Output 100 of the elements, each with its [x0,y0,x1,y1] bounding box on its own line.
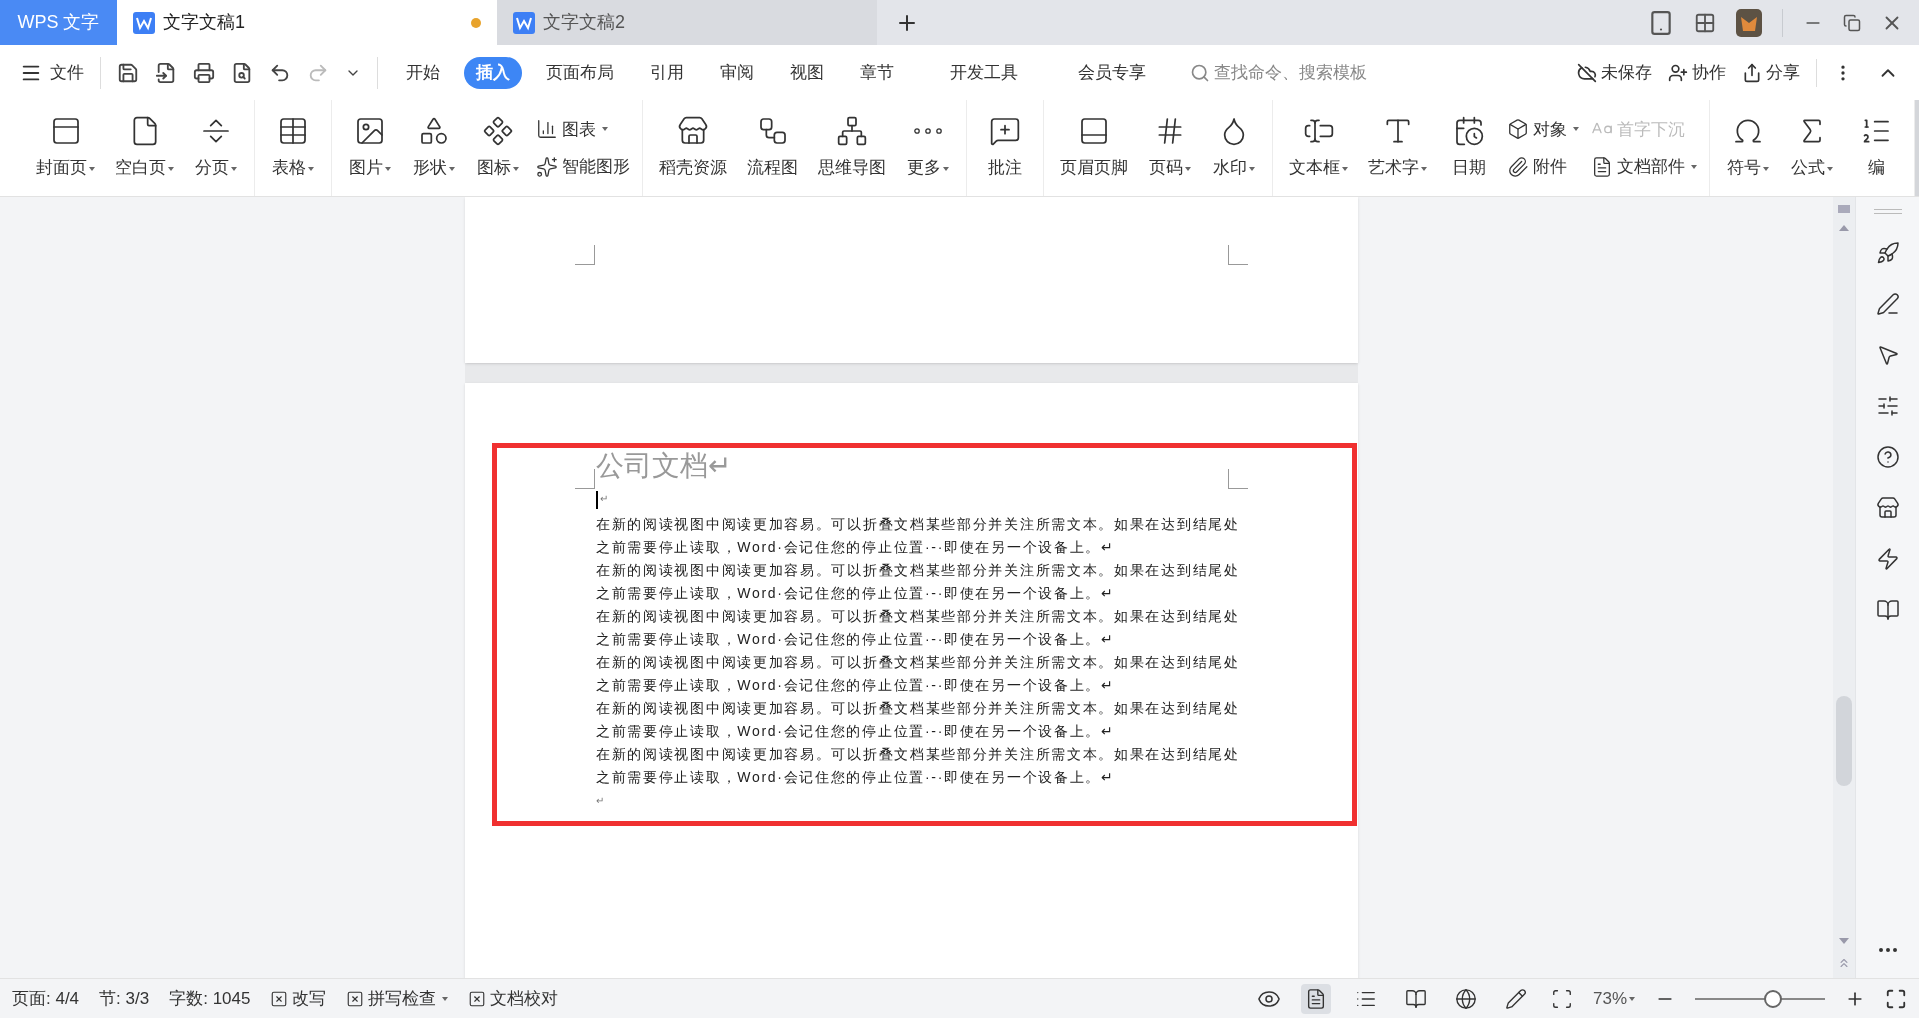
print-icon[interactable] [193,61,215,84]
rocket-icon[interactable] [1875,241,1900,265]
ribbon-button[interactable]: 文本框 [1285,115,1352,181]
restore-icon[interactable] [1843,13,1861,32]
ribbon-button[interactable]: 图标 [472,115,524,181]
grid-icon[interactable] [1694,11,1716,34]
tablet-icon[interactable] [1648,9,1674,36]
save-icon[interactable] [117,61,139,84]
checkbox-x-icon [270,989,289,1008]
sliders-icon[interactable] [1875,394,1900,418]
ribbon-button[interactable]: 智能图形 [536,154,630,180]
status-toggle[interactable]: 改写 [270,985,327,1012]
ribbon-button[interactable]: 流程图 [743,115,802,181]
ribbon-button[interactable]: 符号 [1722,115,1774,181]
ribbon-button[interactable]: 形状 [408,115,460,181]
ribbon-button[interactable]: 图表 [536,116,630,142]
ribbon-tab[interactable]: 会员专享 [1066,56,1158,89]
mind-map-icon [836,115,868,148]
ribbon-button[interactable]: 公式 [1786,115,1838,181]
ribbon-button[interactable]: 更多 [902,115,954,181]
fit-page-icon[interactable] [1550,987,1573,1010]
cloud-icon [1577,62,1597,83]
icons-icon [482,115,514,148]
corner-mark [575,469,595,489]
paperclip-icon [1507,155,1529,178]
document-tab[interactable]: 文字文稿1 [117,0,497,45]
ribbon-button[interactable]: 水印 [1208,115,1260,181]
zoom-level[interactable]: 73% [1592,985,1635,1012]
fullscreen-icon[interactable] [1885,987,1907,1010]
smart-graphic-icon [536,155,558,178]
store-icon[interactable] [1875,496,1900,520]
ribbon-tab[interactable]: 插入 [464,56,522,89]
file-menu[interactable]: 文件 [20,59,84,86]
search-field[interactable]: 查找命令、搜索模板 [1190,59,1434,86]
ribbon-button[interactable]: 编 [1850,115,1902,181]
ribbon-button[interactable]: 思维导图 [814,115,890,181]
paragraph-mark: ↵ [596,794,604,808]
status-toggle[interactable]: 拼写检查 [346,985,449,1012]
more-icon [914,128,942,135]
ribbon-button[interactable]: 空白页 [111,115,178,181]
paragraph: 在新的阅读视图中阅读更加容易。可以折叠文档某些部分并关注所需文本。如果在达到结尾处 之前需要停止读取，Word·会记住您的停止位置·-·即使在另一个设备上。↵ [596,745,1240,787]
book-search-icon[interactable] [1875,598,1900,622]
zoom-slider-thumb[interactable] [1764,989,1782,1008]
ribbon-button[interactable]: 文档部件 [1591,154,1697,180]
ribbon-button[interactable]: 页码 [1144,115,1196,181]
lightning-icon[interactable] [1875,547,1900,571]
page-view-button[interactable] [1300,983,1331,1014]
paragraph: 在新的阅读视图中阅读更加容易。可以折叠文档某些部分并关注所需文本。如果在达到结尾处 之前需要停止读取，Word·会记住您的停止位置·-·即使在另一个设备上。↵ [596,607,1240,649]
word-count[interactable]: 字数: 1045 [169,985,251,1012]
corner-mark [1228,469,1248,489]
ribbon-button[interactable]: 图片 [344,115,396,181]
caret-icon [1629,997,1635,1002]
ribbon-tab[interactable]: 开始 [394,56,452,89]
ribbon-button[interactable]: 页眉页脚 [1056,115,1132,181]
print-preview-icon[interactable] [231,61,253,84]
paragraph-mark: ↵ [596,491,608,509]
search-icon [1190,62,1210,83]
checkbox-x-icon [346,989,365,1008]
page-count[interactable]: 页面: 4/4 [12,985,80,1012]
pen-icon[interactable] [1875,292,1900,316]
ribbon-tab[interactable]: 章节 [848,56,906,89]
ribbon-button[interactable]: 封面页 [32,115,99,181]
reading-view-icon [1404,987,1427,1010]
drag-handle-icon [1873,209,1902,214]
scrollbar-thumb[interactable] [1836,696,1852,786]
ribbon-tab[interactable]: 审阅 [708,56,766,89]
ribbon-tab[interactable]: 引用 [638,56,696,89]
help-icon[interactable] [1875,445,1900,469]
checkbox-x-icon [468,989,487,1008]
document-title: 公司文档↵ [596,449,731,483]
document-part-icon [1591,155,1613,178]
section-count[interactable]: 节: 3/3 [99,985,150,1012]
ribbon-tab[interactable]: 视图 [778,56,836,89]
writing-view-icon [1504,987,1527,1010]
ribbon-tab[interactable]: 页面布局 [534,56,626,89]
calendar-icon [1453,115,1485,148]
bar-chart-icon [536,118,558,141]
paragraph: 在新的阅读视图中阅读更加容易。可以折叠文档某些部分并关注所需文本。如果在达到结尾处 之前需要停止读取，Word·会记住您的停止位置·-·即使在另一个设备上。↵ [596,561,1240,603]
ribbon-button[interactable]: 稻壳资源 [655,115,731,181]
status-toggle[interactable]: 文档校对 [468,985,559,1012]
ribbon-button[interactable]: 对象 [1507,116,1579,142]
paragraph: 在新的阅读视图中阅读更加容易。可以折叠文档某些部分并关注所需文本。如果在达到结尾处 之前需要停止读取，Word·会记住您的停止位置·-·即使在另一个设备上。↵ [596,515,1240,557]
ribbon-button[interactable]: 批注 [979,115,1031,181]
toolbar-action[interactable]: 协作 [1668,59,1726,86]
ribbon-button[interactable]: 附件 [1507,154,1579,180]
add-user-icon [1668,62,1688,83]
ribbon-button[interactable]: 艺术字 [1364,115,1431,181]
ribbon-button[interactable]: 表格 [267,115,319,181]
paragraph: 在新的阅读视图中阅读更加容易。可以折叠文档某些部分并关注所需文本。如果在达到结尾处 之前需要停止读取，Word·会记住您的停止位置·-·即使在另一个设备上。↵ [596,699,1240,741]
toolbar-action[interactable]: 分享 [1742,59,1800,86]
ribbon-button[interactable]: 日期 [1443,115,1495,181]
avatar-icon[interactable] [1736,8,1762,37]
document-tab[interactable]: 文字文稿2 [497,0,877,45]
ribbon-tab[interactable]: 开发工具 [938,56,1030,89]
ribbon-button[interactable]: 分页 [190,115,242,181]
document-icon [513,11,535,34]
export-icon[interactable] [155,61,177,84]
object-icon [1507,118,1529,141]
corner-mark [1228,245,1248,265]
toolbar-action[interactable]: 未保存 [1577,59,1652,86]
